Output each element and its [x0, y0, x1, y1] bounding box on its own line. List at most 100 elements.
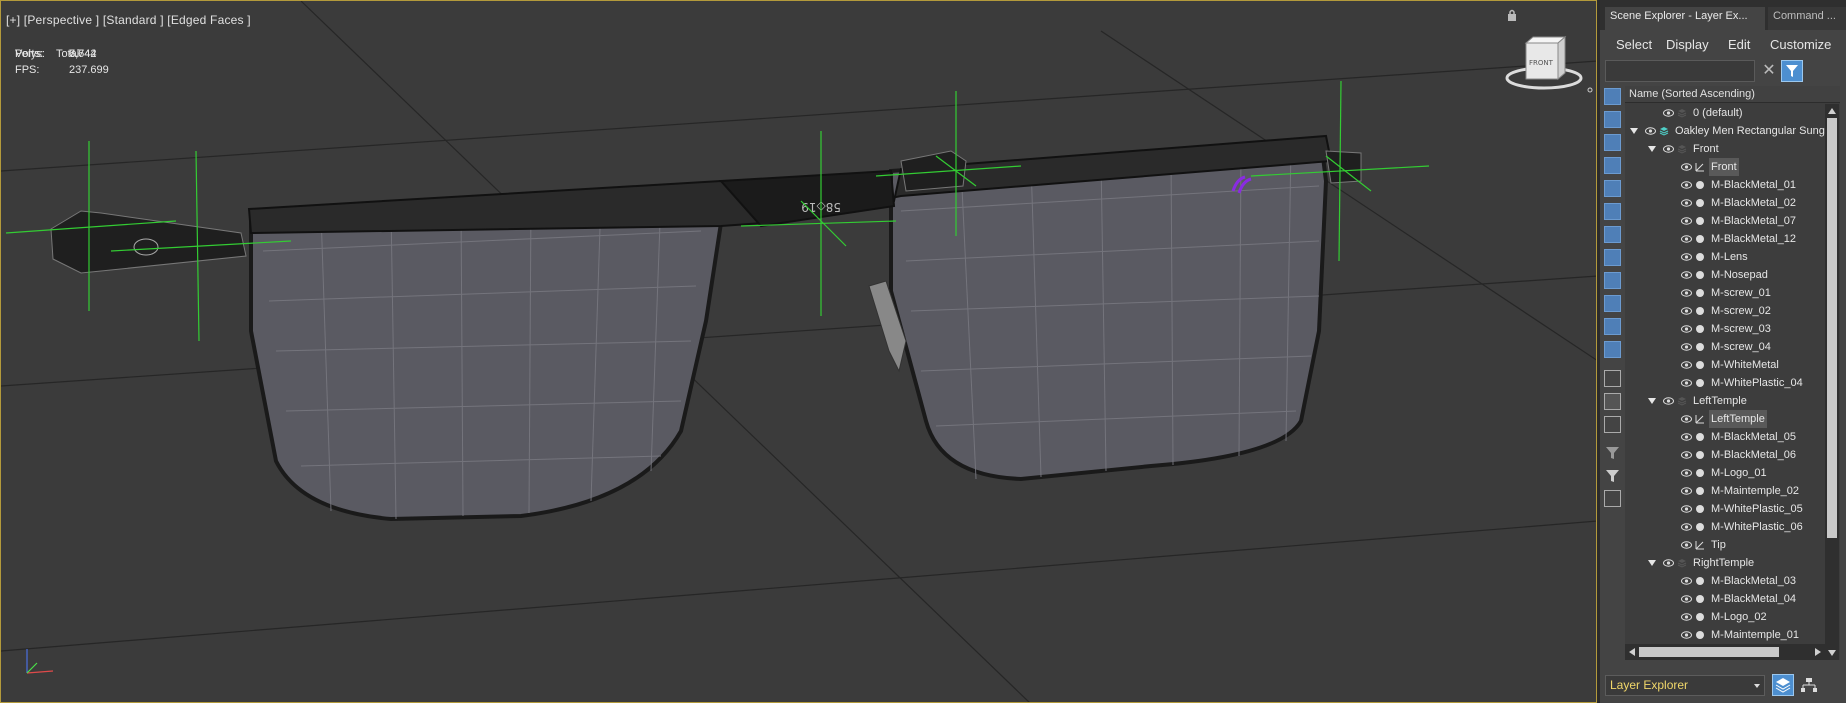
visibility-eye-icon[interactable] [1681, 307, 1692, 315]
visibility-eye-icon[interactable] [1681, 523, 1692, 531]
tree-horizontal-scrollbar[interactable] [1625, 644, 1825, 660]
visibility-eye-icon[interactable] [1681, 451, 1692, 459]
camera-filter-icon[interactable] [1604, 157, 1621, 174]
tree-row[interactable]: M-WhitePlastic_04 [1625, 374, 1825, 392]
tree-row[interactable]: M-screw_02 [1625, 302, 1825, 320]
layer-mode-button[interactable] [1772, 674, 1794, 696]
hscroll-thumb[interactable] [1639, 647, 1779, 657]
expand-arrow-icon[interactable] [1648, 398, 1656, 404]
visibility-eye-icon[interactable] [1681, 235, 1692, 243]
scroll-up-icon[interactable] [1828, 108, 1836, 114]
helper-filter-icon[interactable] [1604, 180, 1621, 197]
visibility-eye-icon[interactable] [1681, 613, 1692, 621]
tree-row[interactable]: M-BlackMetal_12 [1625, 230, 1825, 248]
tree-row[interactable]: M-BlackMetal_07 [1625, 212, 1825, 230]
tree-row[interactable]: M-screw_03 [1625, 320, 1825, 338]
visibility-eye-icon[interactable] [1681, 163, 1692, 171]
expand-arrow-icon[interactable] [1648, 560, 1656, 566]
tree-row[interactable]: Oakley Men Rectangular Sung... [1625, 122, 1825, 140]
tree-row[interactable]: M-BlackMetal_02 [1625, 194, 1825, 212]
visibility-eye-icon[interactable] [1681, 361, 1692, 369]
tree-row[interactable]: M-Maintemple_02 [1625, 482, 1825, 500]
tree-row[interactable]: RightTemple [1625, 554, 1825, 572]
tree-row[interactable]: M-BlackMetal_06 [1625, 446, 1825, 464]
viewcube[interactable]: FRONT [1505, 35, 1593, 93]
visibility-eye-icon[interactable] [1663, 109, 1674, 117]
visibility-eye-icon[interactable] [1681, 253, 1692, 261]
menu-select[interactable]: Select [1616, 37, 1652, 52]
display-none-icon[interactable] [1604, 393, 1621, 410]
tree-column-header[interactable]: Name (Sorted Ascending) [1625, 86, 1840, 103]
visibility-eye-icon[interactable] [1681, 469, 1692, 477]
light-filter-icon[interactable] [1604, 134, 1621, 151]
visibility-eye-icon[interactable] [1681, 343, 1692, 351]
menu-edit[interactable]: Edit [1728, 37, 1750, 52]
spacewarp-filter-icon[interactable] [1604, 203, 1621, 220]
tree-row[interactable]: Front [1625, 140, 1825, 158]
shape-filter-icon[interactable] [1604, 111, 1621, 128]
tree-row[interactable]: M-Maintemple_01 [1625, 626, 1825, 644]
invert-display-icon[interactable] [1604, 416, 1621, 433]
visibility-eye-icon[interactable] [1663, 559, 1674, 567]
viewport-label-menu[interactable]: [+] [Perspective ] [Standard ] [Edged Fa… [6, 13, 251, 27]
xref-filter-icon[interactable] [1604, 249, 1621, 266]
visibility-eye-icon[interactable] [1681, 505, 1692, 513]
explorer-type-select[interactable]: Layer Explorer [1605, 675, 1765, 696]
scroll-left-icon[interactable] [1629, 648, 1635, 656]
visibility-eye-icon[interactable] [1681, 595, 1692, 603]
scroll-thumb[interactable] [1827, 118, 1837, 538]
scroll-down-icon[interactable] [1828, 650, 1836, 656]
visibility-eye-icon[interactable] [1681, 289, 1692, 297]
display-all-icon[interactable] [1604, 370, 1621, 387]
tree-row[interactable]: 0 (default) [1625, 104, 1825, 122]
visibility-eye-icon[interactable] [1681, 217, 1692, 225]
filter-toggle-button[interactable] [1781, 60, 1803, 82]
tree-row[interactable]: M-WhitePlastic_06 [1625, 518, 1825, 536]
hidden-filter-icon[interactable] [1604, 341, 1621, 358]
tree-row[interactable]: LeftTemple [1625, 392, 1825, 410]
perspective-viewport[interactable]: 58◇19 FRONT [+] [Perspective] [Standard… [0, 0, 1597, 703]
expand-arrow-icon[interactable] [1648, 146, 1656, 152]
clear-search-icon[interactable]: ✕ [1760, 62, 1778, 80]
scroll-right-icon[interactable] [1815, 648, 1821, 656]
tree-row[interactable]: M-WhitePlastic_05 [1625, 500, 1825, 518]
visibility-eye-icon[interactable] [1663, 145, 1674, 153]
tree-row[interactable]: M-Logo_01 [1625, 464, 1825, 482]
lock-icon[interactable] [1507, 9, 1517, 21]
visibility-eye-icon[interactable] [1681, 577, 1692, 585]
tree-row[interactable]: LeftTemple [1625, 410, 1825, 428]
tree-row[interactable]: Front [1625, 158, 1825, 176]
tree-row[interactable]: M-WhiteMetal [1625, 356, 1825, 374]
search-input[interactable] [1605, 60, 1755, 82]
geometry-filter-icon[interactable] [1604, 88, 1621, 105]
bone-filter-icon[interactable] [1604, 272, 1621, 289]
tree-row[interactable]: M-Nosepad [1625, 266, 1825, 284]
filter-icon[interactable] [1604, 467, 1621, 484]
tab-scene-explorer[interactable]: Scene Explorer - Layer Ex... [1605, 7, 1765, 30]
visibility-eye-icon[interactable] [1681, 181, 1692, 189]
visibility-eye-icon[interactable] [1681, 631, 1692, 639]
visibility-eye-icon[interactable] [1681, 325, 1692, 333]
tree-row[interactable]: M-Lens [1625, 248, 1825, 266]
tree-row[interactable]: M-BlackMetal_01 [1625, 176, 1825, 194]
visibility-eye-icon[interactable] [1645, 127, 1656, 135]
container-filter-icon[interactable] [1604, 295, 1621, 312]
visibility-eye-icon[interactable] [1681, 199, 1692, 207]
tree-row[interactable]: M-BlackMetal_04 [1625, 590, 1825, 608]
visibility-eye-icon[interactable] [1681, 433, 1692, 441]
tree-row[interactable]: M-screw_04 [1625, 338, 1825, 356]
visibility-eye-icon[interactable] [1681, 379, 1692, 387]
tree-row[interactable]: M-screw_01 [1625, 284, 1825, 302]
visibility-eye-icon[interactable] [1663, 397, 1674, 405]
menu-display[interactable]: Display [1666, 37, 1709, 52]
frozen-filter-icon[interactable] [1604, 318, 1621, 335]
visibility-eye-icon[interactable] [1681, 541, 1692, 549]
expand-arrow-icon[interactable] [1630, 128, 1638, 134]
tree-row[interactable]: Tip [1625, 536, 1825, 554]
tree-row[interactable]: M-BlackMetal_05 [1625, 428, 1825, 446]
tree-vertical-scrollbar[interactable] [1825, 104, 1839, 660]
group-filter-icon[interactable] [1604, 226, 1621, 243]
filter-selected-icon[interactable] [1604, 444, 1621, 461]
visibility-eye-icon[interactable] [1681, 271, 1692, 279]
menu-customize[interactable]: Customize [1770, 37, 1831, 52]
